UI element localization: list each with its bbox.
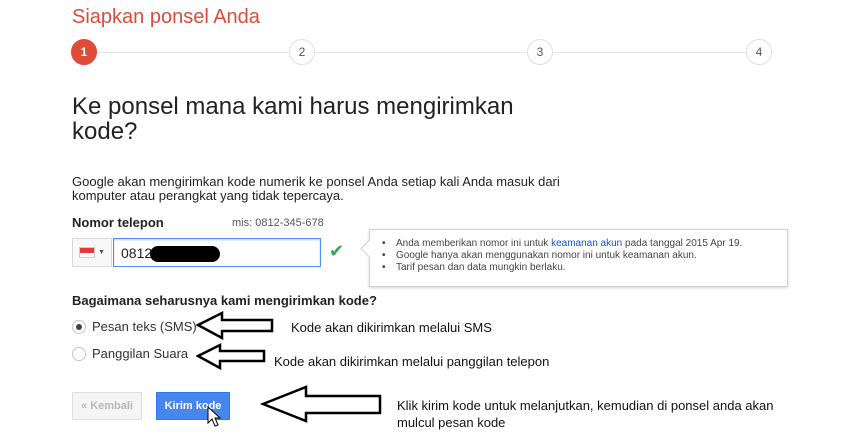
redaction-mark (150, 246, 220, 262)
step-3: 3 (527, 39, 553, 65)
tooltip-item-2: Google hanya akan menggunakan nomor ini … (382, 250, 777, 262)
main-heading: Ke ponsel mana kami harus mengirimkan ko… (72, 93, 514, 145)
delivery-question: Bagaimana seharusnya kami mengirimkan ko… (72, 293, 377, 308)
annotation-send-line2: mulcul pesan kode (397, 415, 506, 430)
phone-example: mis: 0812-345-678 (232, 217, 324, 229)
annotation-voice: Kode akan dikirimkan melalui panggilan t… (274, 354, 550, 369)
tooltip-item-1: Anda memberikan nomor ini untuk keamanan… (382, 238, 777, 250)
step-1: 1 (71, 39, 97, 65)
country-select[interactable]: ▼ (72, 238, 112, 267)
radio-sms-label: Pesan teks (SMS) (92, 319, 197, 334)
radio-voice-label: Panggilan Suara (92, 346, 189, 361)
radio-voice[interactable] (72, 346, 86, 361)
indonesia-flag-icon (79, 247, 96, 258)
phone-label: Nomor telepon (72, 215, 164, 230)
progress-line (97, 52, 747, 53)
arrow-left-icon (196, 310, 274, 340)
caret-down-icon: ▼ (98, 249, 105, 256)
radio-sms[interactable] (72, 319, 86, 334)
step-2: 2 (289, 39, 315, 65)
tooltip-item-3: Tarif pesan dan data mungkin berlaku. (382, 262, 777, 274)
radio-option-voice[interactable]: Panggilan Suara (72, 346, 188, 361)
back-button[interactable]: « Kembali (72, 392, 142, 420)
step-4: 4 (746, 39, 772, 65)
info-tooltip: Anda memberikan nomor ini untuk keamanan… (369, 229, 788, 287)
radio-option-sms[interactable]: Pesan teks (SMS) (72, 319, 197, 334)
description-text: Google akan mengirimkan kode numerik ke … (72, 174, 560, 203)
account-security-link[interactable]: keamanan akun (551, 238, 622, 249)
page-title: Siapkan ponsel Anda (72, 6, 260, 28)
mouse-cursor-icon (207, 406, 221, 427)
annotation-send-line1: Klik kirim kode untuk melanjutkan, kemud… (397, 398, 774, 413)
arrow-left-icon (260, 385, 382, 423)
annotation-sms: Kode akan dikirimkan melalui SMS (291, 320, 492, 335)
check-icon: ✔ (329, 241, 345, 261)
arrow-left-icon (196, 342, 266, 370)
